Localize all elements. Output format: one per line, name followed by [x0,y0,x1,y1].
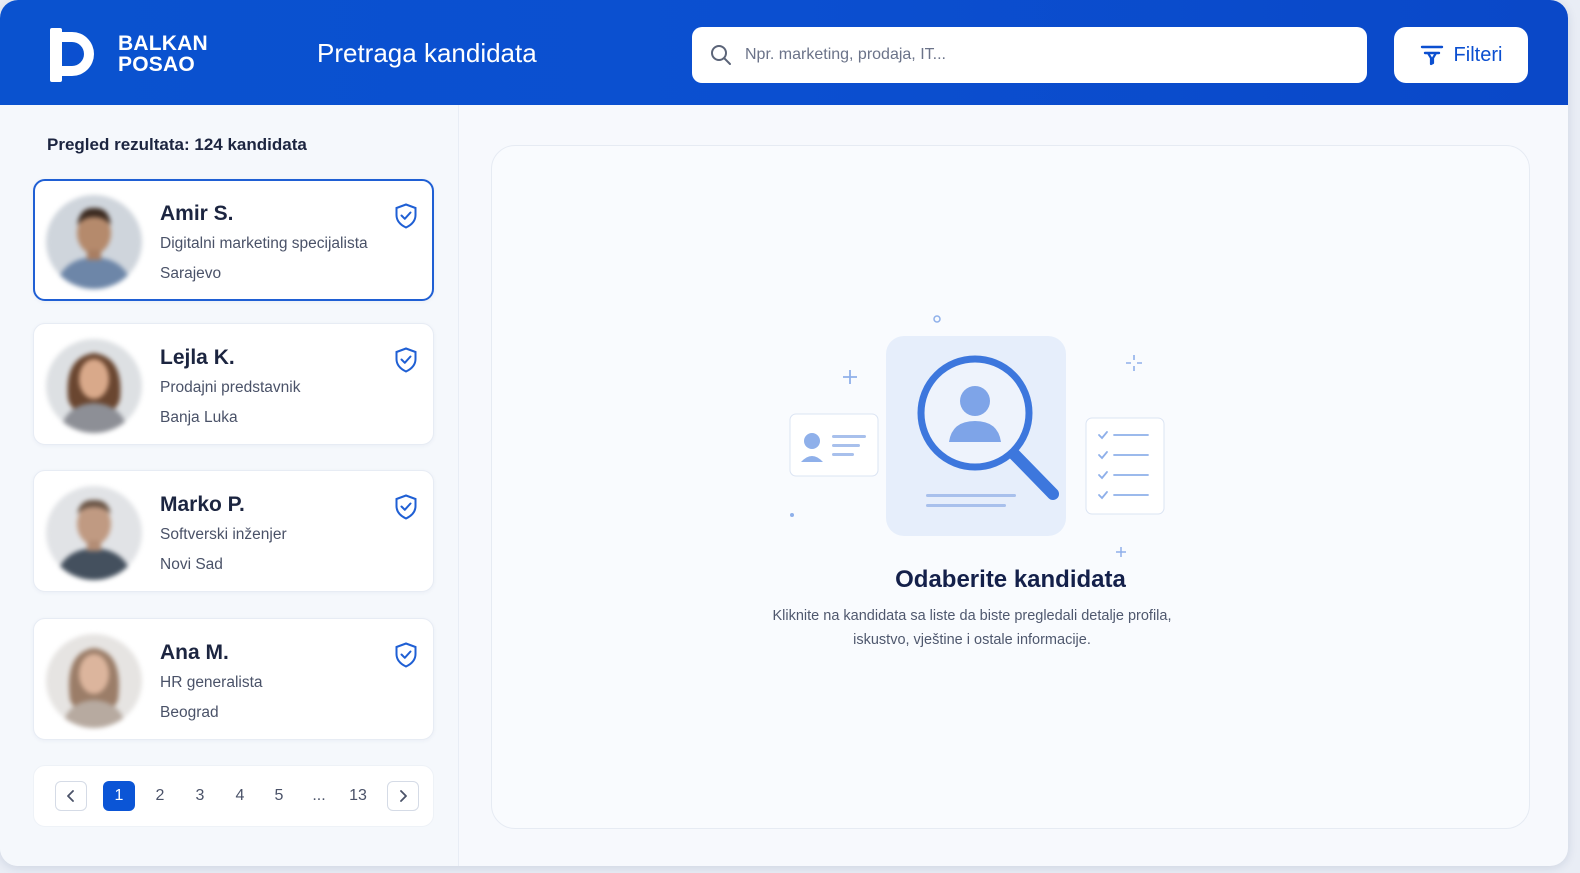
balkan-posao-logo-icon[interactable] [50,28,98,82]
sparkle-star-icon [1126,355,1142,371]
avatar [46,195,142,289]
search-bar[interactable] [692,27,1367,83]
candidate-city: Novi Sad [160,556,223,573]
chevron-right-icon [400,790,407,802]
page-1-button[interactable]: 1 [103,781,135,811]
candidate-name: Amir S. [160,202,234,225]
empty-state-illustration [789,315,1165,557]
checklist-icon [1085,417,1165,515]
pagination-prev-button[interactable] [55,781,87,811]
pagination-next-button[interactable] [387,781,419,811]
sparkle-dot-icon [933,315,941,323]
avatar [46,339,142,433]
brand-name: BALKAN POSAO [118,33,208,75]
candidate-card-marko[interactable]: Marko P. Softverski inženjer Novi Sad [33,470,434,592]
candidate-role: Softverski inženjer [160,526,287,543]
empty-state-description-line-2: iskustvo, vještine i ostale informacije. [853,632,1091,648]
pagination: 1 2 3 4 5 ... 13 [33,765,434,827]
brand-line-1: BALKAN [118,32,208,55]
sparkle-plus-icon [843,370,857,384]
candidate-list-panel: Pregled rezultata: 124 kandidata Amir S.… [0,105,459,866]
candidate-city: Sarajevo [160,265,222,282]
candidate-card-lejla[interactable]: Lejla K. Prodajni predstavnik Banja Luka [33,323,434,445]
sparkle-plus-icon [1116,547,1126,557]
result-count: Pregled rezultata: 124 kandidata [47,135,307,154]
page-4-button[interactable]: 4 [224,781,256,811]
page-13-button[interactable]: 13 [342,781,374,811]
page-title: Pretraga kandidata [317,38,537,68]
candidate-name: Marko P. [160,493,245,516]
verified-shield-icon [395,347,417,373]
page-2-button[interactable]: 2 [144,781,176,811]
filters-button[interactable]: Filteri [1394,27,1528,83]
candidate-name: Ana M. [160,641,229,664]
page-3-button[interactable]: 3 [184,781,216,811]
candidate-city: Banja Luka [160,409,238,426]
brand-line-2: POSAO [118,53,195,76]
chevron-left-icon [67,790,74,802]
candidate-card-ana[interactable]: Ana M. HR generalista Beograd [33,618,434,740]
verified-shield-icon [395,494,417,520]
empty-state-description-line-1: Kliknite na kandidata sa liste da biste … [772,608,1172,624]
app-window: BALKAN POSAO Pretraga kandidata Filteri … [0,0,1568,866]
sparkle-dot-icon [790,513,794,517]
filter-icon [1420,45,1443,66]
verified-shield-icon [395,642,417,668]
search-icon [711,45,731,65]
empty-state-description: Kliknite na kandidata sa liste da biste … [762,604,1182,652]
candidate-card-amir[interactable]: Amir S. Digitalni marketing specijalista… [33,179,434,301]
empty-state-title: Odaberite kandidata [895,566,1126,593]
avatar [46,634,142,728]
candidate-role: Digitalni marketing specijalista [160,235,368,252]
candidate-role: HR generalista [160,674,263,691]
avatar [46,486,142,580]
verified-shield-icon [395,203,417,229]
top-header: BALKAN POSAO Pretraga kandidata Filteri [0,0,1568,105]
candidate-name: Lejla K. [160,346,235,369]
page-5-button[interactable]: 5 [263,781,295,811]
candidate-city: Beograd [160,704,219,721]
candidate-role: Prodajni predstavnik [160,379,301,396]
search-input[interactable] [745,27,1345,83]
filters-button-label: Filteri [1453,43,1503,66]
candidate-detail-panel: Odaberite kandidata Kliknite na kandidat… [491,145,1530,829]
page-ellipsis: ... [312,787,326,804]
